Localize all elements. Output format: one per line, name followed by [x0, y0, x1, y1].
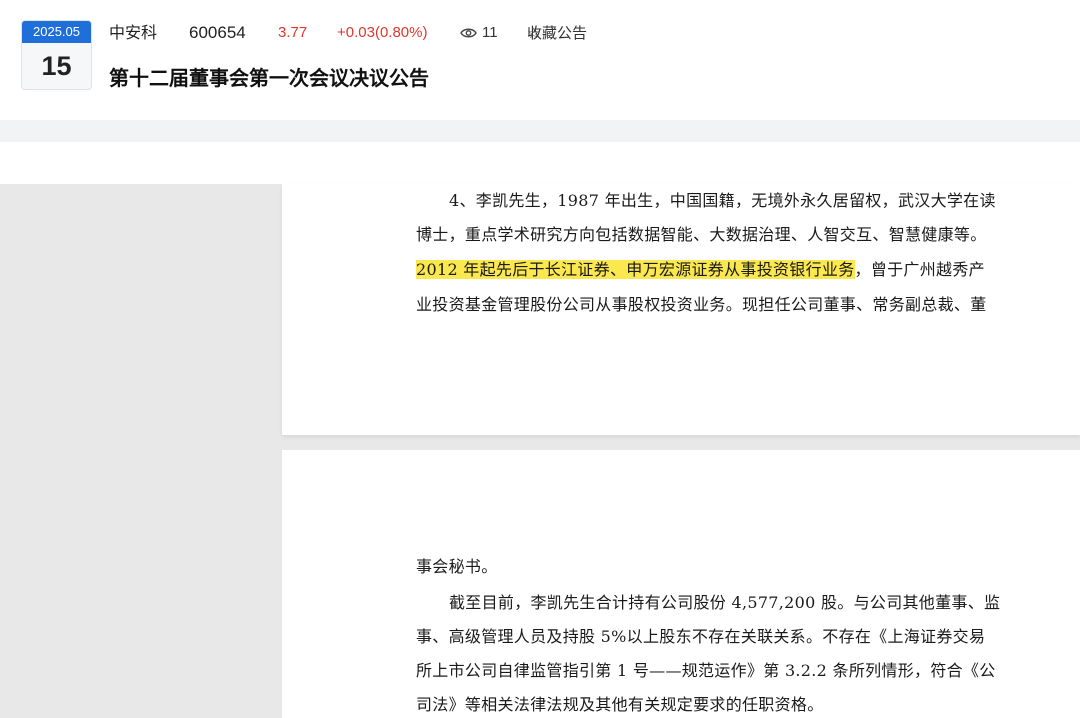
date-badge: 2025.05 15: [21, 20, 92, 90]
highlighted-text[interactable]: 2012 年起先后于长江证券、申万宏源证券从事投资银行业务: [416, 260, 855, 279]
star-outline-icon: ☆: [527, 24, 541, 42]
stock-price: 3.77: [278, 24, 308, 41]
stock-name[interactable]: 中安科: [109, 22, 157, 44]
doc-line: 博士，重点学术研究方向包括数据智能、大数据治理、人智交互、智慧健康等。: [416, 225, 987, 244]
document-page-2: 事会秘书。 截至目前，李凯先生合计持有公司股份 4,577,200 股。与公司其…: [282, 450, 1080, 718]
doc-line: 4、李凯先生，1987 年出生，中国国籍，无境外永久居留权，武汉大学在读: [449, 191, 996, 210]
favorite-button[interactable]: ☆ 收藏公告: [527, 22, 587, 44]
doc-line: 司法》等相关法律法规及其他有关规定要求的任职资格。: [416, 695, 824, 714]
document-page-1: 4、李凯先生，1987 年出生，中国国籍，无境外永久居留权，武汉大学在读 博士，…: [282, 184, 1080, 435]
doc-line: 事会秘书。: [416, 557, 498, 576]
view-count: 11: [460, 22, 498, 44]
doc-line: 截至目前，李凯先生合计持有公司股份 4,577,200 股。与公司其他董事、监: [449, 593, 1001, 612]
stock-code[interactable]: 600654: [189, 22, 246, 44]
section-divider: [0, 120, 1080, 142]
doc-line-highlighted: 2012 年起先后于长江证券、申万宏源证券从事投资银行业务，曾于广州越秀产: [416, 259, 985, 281]
pdf-viewer[interactable]: 4、李凯先生，1987 年出生，中国国籍，无境外永久居留权，武汉大学在读 博士，…: [0, 184, 1080, 718]
eye-icon: [460, 28, 477, 38]
announcement-header: 2025.05 15 中安科 600654 3.77 +0.03(0.80%) …: [0, 0, 1080, 120]
view-count-value: 11: [482, 24, 498, 41]
spacer: [0, 142, 1080, 184]
date-month: 2025.05: [22, 21, 91, 43]
doc-line: 事、高级管理人员及持股 5%以上股东不存在关联关系。不存在《上海证券交易: [416, 627, 986, 646]
stock-change: +0.03(0.80%): [337, 24, 428, 41]
page-title: 第十二届董事会第一次会议决议公告: [109, 66, 429, 90]
date-day: 15: [41, 51, 72, 81]
doc-line: 所上市公司自律监管指引第 1 号——规范运作》第 3.2.2 条所列情形，符合《…: [416, 661, 996, 680]
doc-line: 业投资基金管理股份公司从事股权投资业务。现担任公司董事、常务副总裁、董: [416, 295, 987, 314]
doc-line-tail: ，曾于广州越秀产: [854, 260, 985, 279]
